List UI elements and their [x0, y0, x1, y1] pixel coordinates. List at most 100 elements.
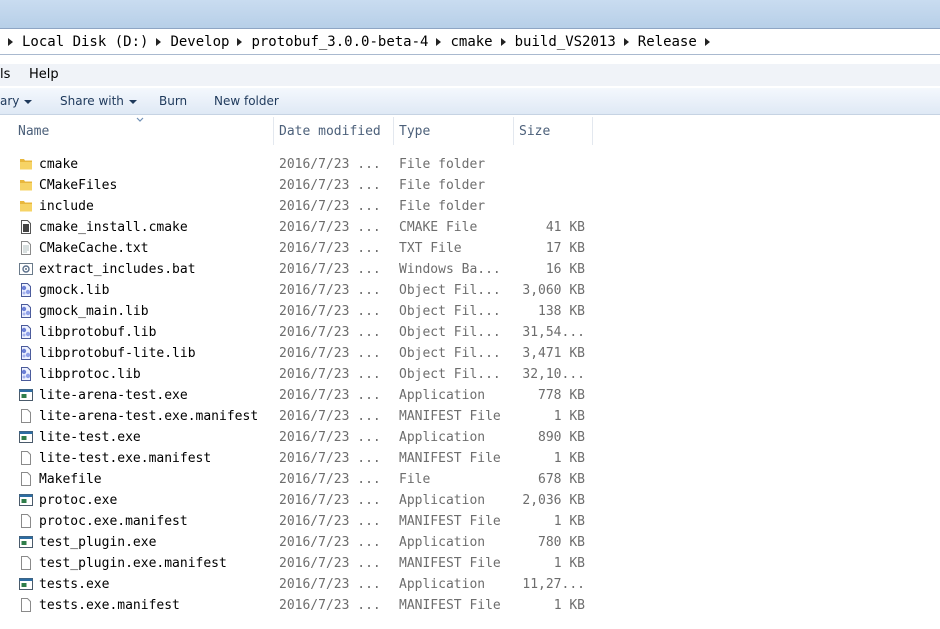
file-size: 778 KB [538, 388, 585, 403]
exe-icon [18, 429, 34, 445]
command-toolbar: ary Share with Burn New folder [0, 88, 940, 115]
chevron-down-icon [128, 99, 137, 104]
file-date-modified: 2016/7/23 ... [279, 199, 381, 214]
file-name: test_plugin.exe.manifest [39, 556, 227, 571]
new-folder-button[interactable]: New folder [214, 94, 279, 108]
file-date-modified: 2016/7/23 ... [279, 388, 381, 403]
breadcrumb-item[interactable]: Release [638, 34, 697, 50]
breadcrumb-separator-icon[interactable] [704, 37, 710, 46]
file-row[interactable]: protoc.exe.manifest 2016/7/23 ... MANIFEST… [0, 511, 600, 532]
file-row[interactable]: libprotobuf-lite.lib 2016/7/23 ... Object … [0, 343, 600, 364]
breadcrumb-item[interactable]: protobuf_3.0.0-beta-4 [251, 34, 428, 50]
file-date-modified: 2016/7/23 ... [279, 493, 381, 508]
file-type: Windows Ba... [399, 262, 501, 277]
file-row[interactable]: extract_includes.bat 2016/7/23 ... Windows… [0, 259, 600, 280]
file-size: 890 KB [538, 430, 585, 445]
file-date-modified: 2016/7/23 ... [279, 514, 381, 529]
file-name: gmock_main.lib [39, 304, 149, 319]
file-row[interactable]: gmock_main.lib 2016/7/23 ... Object Fil...… [0, 301, 600, 322]
column-header-size[interactable]: Size [513, 117, 593, 145]
file-type: TXT File [399, 241, 462, 256]
file-name: libprotobuf.lib [39, 325, 157, 340]
breadcrumb-separator-icon[interactable] [8, 37, 13, 46]
blank-file-icon [18, 471, 34, 487]
file-type: Application [399, 430, 486, 445]
file-size: 17 KB [545, 241, 585, 256]
file-row[interactable]: test_plugin.exe 2016/7/23 ... Application 7… [0, 532, 600, 553]
file-date-modified: 2016/7/23 ... [279, 220, 381, 235]
file-row[interactable]: test_plugin.exe.manifest 2016/7/23 ... MAN… [0, 553, 600, 574]
file-type: MANIFEST File [399, 598, 501, 613]
file-size: 41 KB [545, 220, 585, 235]
file-row[interactable]: protoc.exe 2016/7/23 ... Application 2,036 … [0, 490, 600, 511]
column-header-name[interactable]: Name [12, 117, 274, 145]
column-header-type[interactable]: Type [393, 117, 514, 145]
burn-label: Burn [159, 94, 188, 108]
chevron-down-icon [24, 99, 33, 104]
breadcrumb-separator-icon[interactable] [156, 37, 162, 46]
file-name: libprotoc.lib [39, 367, 141, 382]
file-name: CMakeFiles [39, 178, 118, 193]
file-type: Application [399, 493, 486, 508]
file-date-modified: 2016/7/23 ... [279, 535, 381, 550]
file-row[interactable]: CMakeFiles 2016/7/23 ... File folder [0, 175, 600, 196]
breadcrumb-separator-icon[interactable] [500, 37, 506, 46]
file-row[interactable]: CMakeCache.txt 2016/7/23 ... TXT File 17 KB [0, 238, 600, 259]
breadcrumb: Local Disk (D:) Develop protobuf_3.0.0-bet… [0, 29, 719, 54]
address-bar[interactable]: Local Disk (D:) Develop protobuf_3.0.0-bet… [0, 28, 940, 55]
column-header-date-modified[interactable]: Date modified [273, 117, 394, 145]
file-type: MANIFEST File [399, 409, 501, 424]
column-header: Name Date modified Type Size [0, 117, 600, 145]
file-name: libprotobuf-lite.lib [39, 346, 196, 361]
share-with-button[interactable]: Share with [60, 94, 137, 108]
file-row[interactable]: Makefile 2016/7/23 ... File 678 KB [0, 469, 600, 490]
folder-icon [18, 156, 34, 172]
file-type: Object Fil... [399, 283, 501, 298]
file-date-modified: 2016/7/23 ... [279, 556, 381, 571]
file-type: Object Fil... [399, 325, 501, 340]
file-row[interactable]: include 2016/7/23 ... File folder [0, 196, 600, 217]
file-row[interactable]: cmake_install.cmake 2016/7/23 ... CMAKE Fi… [0, 217, 600, 238]
file-date-modified: 2016/7/23 ... [279, 157, 381, 172]
breadcrumb-item[interactable]: cmake [450, 34, 492, 50]
burn-button[interactable]: Burn [159, 94, 187, 108]
file-size: 1 KB [553, 514, 585, 529]
file-row[interactable]: lite-arena-test.exe.manifest 2016/7/23 ..… [0, 406, 600, 427]
file-size: 1 KB [553, 598, 585, 613]
file-row[interactable]: tests.exe 2016/7/23 ... Application 11,27..… [0, 574, 600, 595]
breadcrumb-item[interactable]: Local Disk (D:) [22, 34, 148, 50]
file-name: lite-arena-test.exe [39, 388, 188, 403]
breadcrumb-separator-icon[interactable] [623, 37, 629, 46]
menu-tools[interactable]: ls [0, 67, 10, 82]
lib-file-icon [18, 366, 34, 382]
file-date-modified: 2016/7/23 ... [279, 451, 381, 466]
file-name: gmock.lib [39, 283, 110, 298]
menu-help[interactable]: Help [29, 67, 59, 82]
file-row[interactable]: lite-arena-test.exe 2016/7/23 ... Applicat… [0, 385, 600, 406]
folder-icon [18, 198, 34, 214]
file-row[interactable]: lite-test.exe.manifest 2016/7/23 ... MANIF… [0, 448, 600, 469]
file-row[interactable]: tests.exe.manifest 2016/7/23 ... MANIFEST … [0, 595, 600, 616]
file-name: cmake_install.cmake [39, 220, 188, 235]
breadcrumb-separator-icon[interactable] [237, 37, 243, 46]
breadcrumb-item[interactable]: build_VS2013 [515, 34, 616, 50]
file-date-modified: 2016/7/23 ... [279, 367, 381, 382]
file-row[interactable]: gmock.lib 2016/7/23 ... Object Fil... 3,060… [0, 280, 600, 301]
file-row[interactable]: libprotobuf.lib 2016/7/23 ... Object Fil..… [0, 322, 600, 343]
breadcrumb-separator-icon[interactable] [436, 37, 442, 46]
file-date-modified: 2016/7/23 ... [279, 262, 381, 277]
breadcrumb-item[interactable]: Develop [170, 34, 229, 50]
include-in-library-button[interactable]: ary [0, 94, 33, 108]
batch-file-icon [18, 261, 34, 277]
file-row[interactable]: lite-test.exe 2016/7/23 ... Application 890… [0, 427, 600, 448]
file-date-modified: 2016/7/23 ... [279, 178, 381, 193]
file-row[interactable]: libprotoc.lib 2016/7/23 ... Object Fil... 3… [0, 364, 600, 385]
file-size: 16 KB [545, 262, 585, 277]
blank-file-icon [18, 450, 34, 466]
file-name: lite-arena-test.exe.manifest [39, 409, 259, 424]
blank-file-icon [18, 513, 34, 529]
file-name: test_plugin.exe [39, 535, 157, 550]
file-size: 3,060 KB [522, 283, 585, 298]
file-row[interactable]: cmake 2016/7/23 ... File folder [0, 154, 600, 175]
exe-icon [18, 576, 34, 592]
